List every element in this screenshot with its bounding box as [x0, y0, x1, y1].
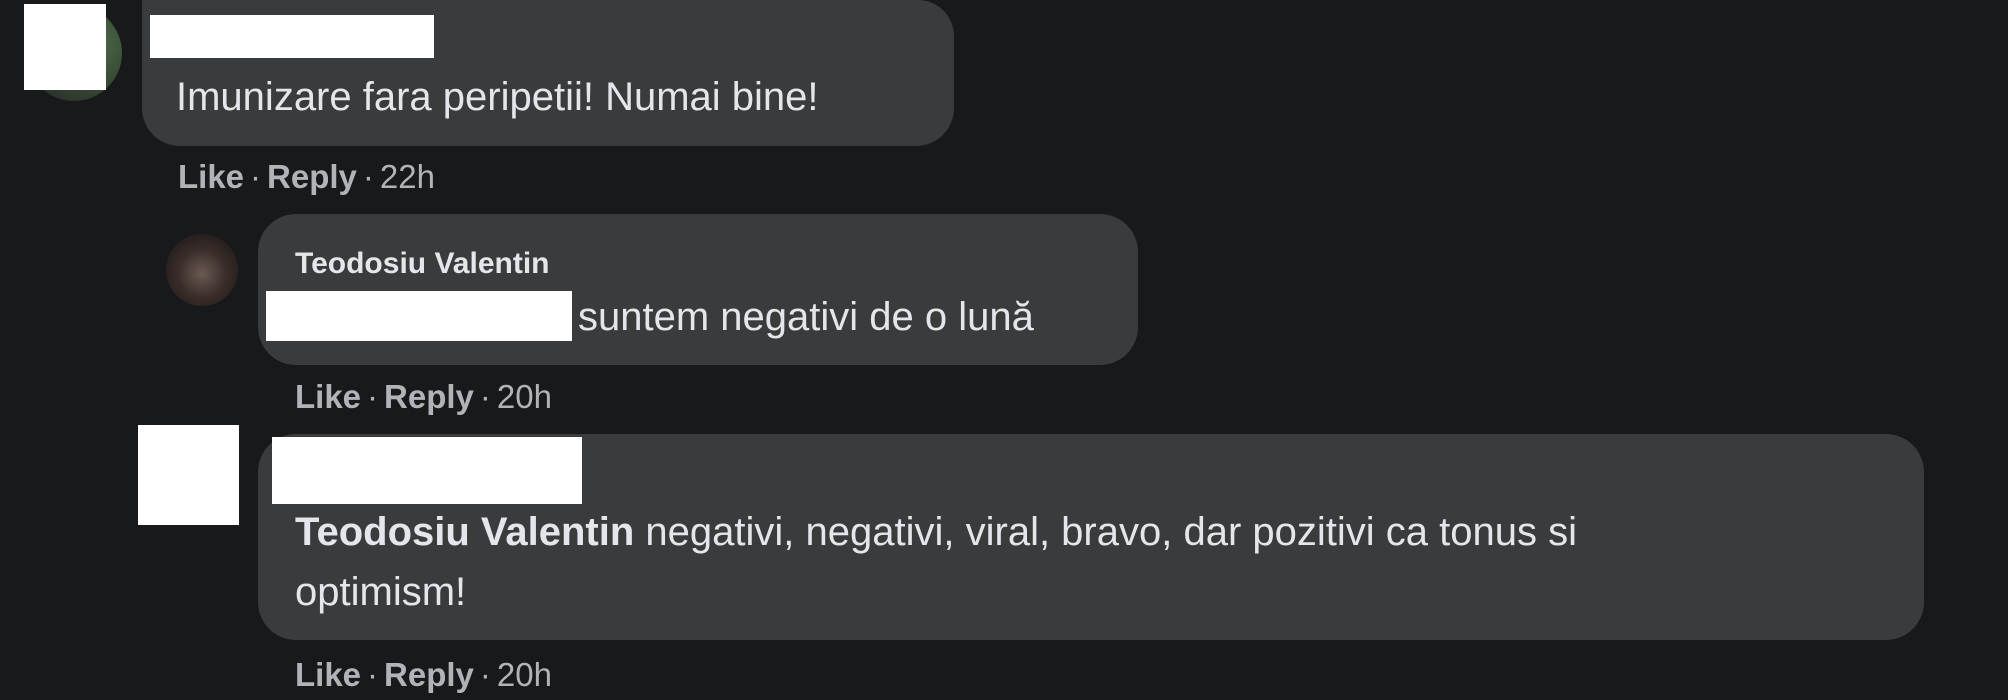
separator: ·: [367, 378, 379, 415]
separator: ·: [479, 378, 491, 415]
redaction-box: [272, 437, 582, 504]
comment-bubble: [258, 214, 1138, 365]
like-button[interactable]: Like: [178, 158, 244, 195]
comment-text: Imunizare fara peripetii! Numai bine!: [176, 75, 819, 119]
reply-button[interactable]: Reply: [384, 378, 474, 415]
comment-text: suntem negativi de o lună: [578, 295, 1034, 339]
timestamp[interactable]: 20h: [497, 656, 552, 693]
comment-author[interactable]: Teodosiu Valentin: [295, 247, 549, 281]
redaction-box: [266, 291, 572, 341]
redaction-box: [138, 425, 239, 525]
comment-actions: Like · Reply · 20h: [295, 656, 552, 694]
separator: ·: [367, 656, 379, 693]
avatar[interactable]: [166, 234, 238, 306]
like-button[interactable]: Like: [295, 656, 361, 693]
comment-text: Teodosiu Valentin negativi, negativi, vi…: [295, 510, 1577, 555]
like-button[interactable]: Like: [295, 378, 361, 415]
timestamp[interactable]: 20h: [497, 378, 552, 415]
redaction-box: [24, 4, 106, 90]
reply-button[interactable]: Reply: [267, 158, 357, 195]
redaction-box: [150, 15, 434, 58]
comment-actions: Like · Reply · 20h: [295, 378, 552, 416]
separator: ·: [479, 656, 491, 693]
mention-link[interactable]: Teodosiu Valentin: [295, 510, 634, 554]
comment-thread: Imunizare fara peripetii! Numai bine! Li…: [0, 0, 2008, 700]
reply-button[interactable]: Reply: [384, 656, 474, 693]
separator: ·: [362, 158, 374, 195]
comment-actions: Like · Reply · 22h: [178, 158, 435, 196]
separator: ·: [250, 158, 262, 195]
comment-text-line: negativi, negativi, viral, bravo, dar po…: [645, 510, 1577, 554]
comment-text-line: optimism!: [295, 570, 467, 614]
timestamp[interactable]: 22h: [380, 158, 435, 195]
